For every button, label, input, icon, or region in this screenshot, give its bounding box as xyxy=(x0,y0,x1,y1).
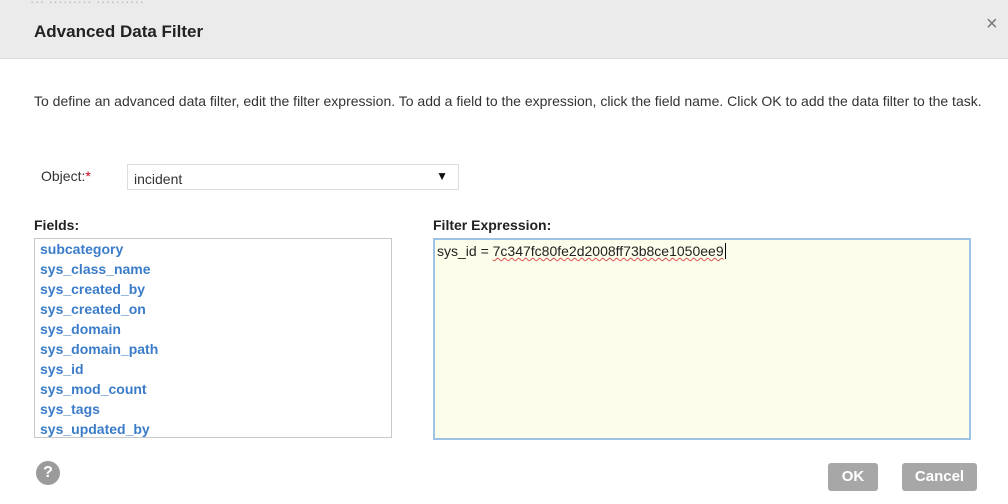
object-label: Object:* xyxy=(41,168,91,184)
dialog-titlebar: ··· ········· ·········· Advanced Data F… xyxy=(0,0,1008,59)
filter-expression-input[interactable]: sys_id = 7c347fc80fe2d2008ff73b8ce1050ee… xyxy=(433,238,971,440)
dialog-description: To define an advanced data filter, edit … xyxy=(34,93,982,109)
chevron-down-icon: ▼ xyxy=(436,169,448,183)
text-caret xyxy=(724,243,726,259)
filter-expression-prefix: sys_id = xyxy=(437,243,493,259)
fields-list[interactable]: subcategory sys_class_name sys_created_b… xyxy=(34,238,392,438)
field-item[interactable]: sys_tags xyxy=(40,399,158,419)
dialog-title: Advanced Data Filter xyxy=(34,22,204,41)
field-item[interactable]: sys_id xyxy=(40,359,158,379)
object-label-text: Object: xyxy=(41,168,86,184)
fields-label: Fields: xyxy=(34,217,80,233)
field-item[interactable]: subcategory xyxy=(40,239,158,259)
filter-expression-label: Filter Expression: xyxy=(433,217,552,233)
field-item[interactable]: sys_class_name xyxy=(40,259,158,279)
close-icon[interactable]: × xyxy=(986,14,998,34)
required-asterisk: * xyxy=(85,168,91,184)
field-item[interactable]: sys_domain xyxy=(40,319,158,339)
field-item[interactable]: sys_created_on xyxy=(40,299,158,319)
field-item[interactable]: sys_updated_by xyxy=(40,419,158,437)
object-select[interactable]: incident ▼ xyxy=(127,164,459,190)
filter-expression-value: 7c347fc80fe2d2008ff73b8ce1050ee9 xyxy=(492,243,724,259)
cancel-button[interactable]: Cancel xyxy=(902,463,977,491)
field-item[interactable]: sys_created_by xyxy=(40,279,158,299)
field-item[interactable]: sys_domain_path xyxy=(40,339,158,359)
help-icon[interactable]: ? xyxy=(36,461,60,485)
field-item[interactable]: sys_mod_count xyxy=(40,379,158,399)
fields-items: subcategory sys_class_name sys_created_b… xyxy=(40,239,158,437)
object-select-value: incident xyxy=(134,171,183,187)
advanced-data-filter-dialog: ··· ········· ·········· Advanced Data F… xyxy=(0,0,1008,504)
ok-button[interactable]: OK xyxy=(828,463,878,491)
background-text-remnant: ··· ········· ·········· xyxy=(30,0,145,9)
